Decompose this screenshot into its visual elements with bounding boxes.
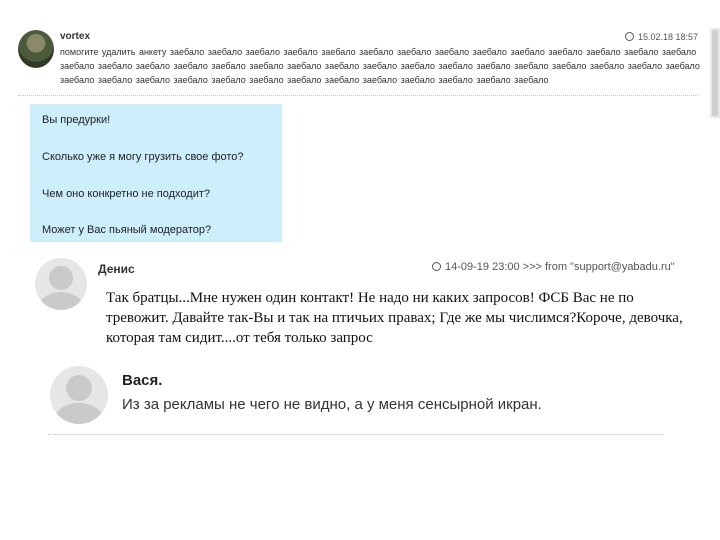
comment-timestamp: 15.02.18 18:57: [637, 32, 698, 42]
comment-timestamp: 14-09-19 23:00 >>> from "support@yabadu.…: [445, 261, 675, 273]
scrollbar-thumb[interactable]: [712, 30, 718, 116]
avatar-placeholder-icon[interactable]: [50, 366, 108, 424]
comment-meta: 15.02.18 18:57: [624, 31, 698, 42]
quote-line: Чем оно конкретно не подходит?: [42, 188, 211, 200]
comment-divider: [48, 434, 664, 435]
comment-text: Так братцы...Мне нужен один контакт! Не …: [106, 290, 683, 346]
comment-author[interactable]: Денис: [98, 262, 135, 276]
comment-author[interactable]: Вася.: [122, 372, 162, 389]
comment-text: Из за рекламы не чего не видно, а у меня…: [122, 396, 542, 413]
quote-line: Сколько уже я могу грузить свое фото?: [42, 151, 244, 163]
comment-divider: [18, 95, 698, 96]
quote-box: Вы предурки! Сколько уже я могу грузить …: [30, 104, 282, 242]
avatar[interactable]: [18, 30, 54, 68]
page-scrollbar[interactable]: [710, 28, 720, 118]
comment-text: помогите удалить анкету заебало заебало …: [60, 47, 700, 85]
clock-icon: [624, 32, 634, 41]
comment-author[interactable]: vortex: [60, 31, 90, 42]
avatar-placeholder-icon[interactable]: [35, 258, 87, 310]
quote-line: Вы предурки!: [42, 114, 111, 126]
quote-line: Может у Вас пьяный модератор?: [42, 224, 212, 236]
comment-meta: 14-09-19 23:00 >>> from "support@yabadu.…: [432, 261, 675, 273]
clock-icon: [432, 262, 441, 271]
